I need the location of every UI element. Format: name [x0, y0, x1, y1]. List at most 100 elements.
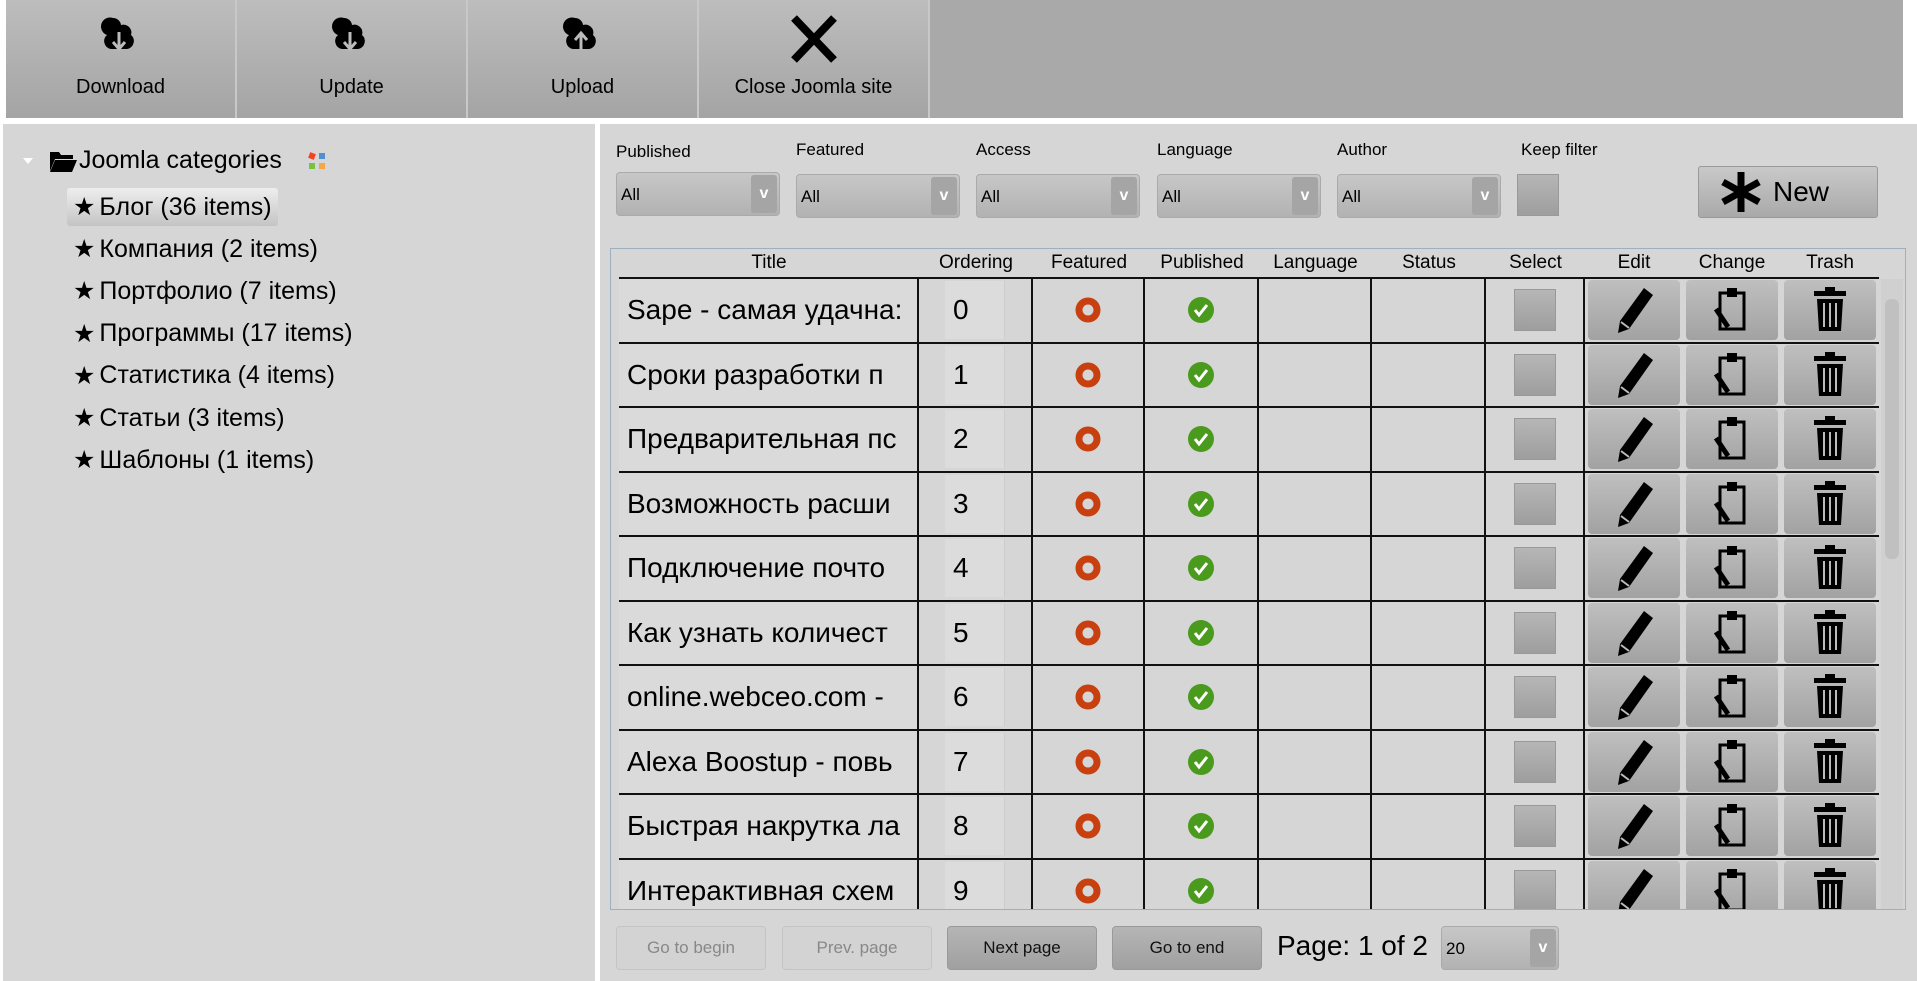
- title-cell[interactable]: Сроки разработки п: [619, 341, 919, 406]
- edit-button[interactable]: [1588, 344, 1680, 405]
- edit-button[interactable]: [1588, 538, 1680, 599]
- table-row[interactable]: Возможность расши 3: [611, 470, 1905, 535]
- table-row[interactable]: Sape - самая удачна: 0: [611, 277, 1905, 342]
- select-checkbox[interactable]: [1513, 418, 1556, 461]
- select-checkbox[interactable]: [1513, 676, 1556, 719]
- change-button[interactable]: [1686, 602, 1778, 663]
- title-cell[interactable]: Как узнать количест: [619, 599, 919, 664]
- featured-cell[interactable]: [1033, 535, 1145, 600]
- ordering-input[interactable]: 0: [945, 281, 1005, 340]
- trash-button[interactable]: [1784, 667, 1876, 728]
- next-page-button[interactable]: Next page: [947, 926, 1097, 970]
- upload-button[interactable]: Upload: [468, 0, 699, 118]
- ordering-input[interactable]: 5: [945, 603, 1005, 662]
- change-button[interactable]: [1686, 796, 1778, 857]
- published-cell[interactable]: [1145, 857, 1259, 909]
- featured-cell[interactable]: [1033, 277, 1145, 342]
- trash-button[interactable]: [1784, 538, 1876, 599]
- column-header-edit[interactable]: Edit: [1585, 249, 1683, 277]
- title-cell[interactable]: online.webceo.com -: [619, 664, 919, 729]
- title-cell[interactable]: Alexa Boostup - повь: [619, 728, 919, 793]
- select-checkbox[interactable]: [1513, 740, 1556, 783]
- edit-button[interactable]: [1588, 280, 1680, 341]
- change-button[interactable]: [1686, 538, 1778, 599]
- published-cell[interactable]: [1145, 599, 1259, 664]
- edit-button[interactable]: [1588, 602, 1680, 663]
- published-cell[interactable]: [1145, 728, 1259, 793]
- column-header-status[interactable]: Status: [1372, 249, 1486, 277]
- update-button[interactable]: Update: [237, 0, 468, 118]
- tree-item[interactable]: ★ Портфолио (7 items): [67, 272, 343, 310]
- published-cell[interactable]: [1145, 793, 1259, 858]
- table-row[interactable]: Подключение почто 4: [611, 535, 1905, 600]
- edit-button[interactable]: [1588, 731, 1680, 792]
- trash-button[interactable]: [1784, 344, 1876, 405]
- title-cell[interactable]: Предварительная пс: [619, 406, 919, 471]
- ordering-input[interactable]: 6: [945, 668, 1005, 727]
- table-row[interactable]: Alexa Boostup - повь 7: [611, 728, 1905, 793]
- featured-cell[interactable]: [1033, 341, 1145, 406]
- filter-featured-select[interactable]: All v: [796, 174, 960, 218]
- prev-page-button[interactable]: Prev. page: [782, 926, 932, 970]
- column-header-trash[interactable]: Trash: [1781, 249, 1879, 277]
- go-to-begin-button[interactable]: Go to begin: [616, 926, 766, 970]
- change-button[interactable]: [1686, 473, 1778, 534]
- tree-item[interactable]: ★ Блог (36 items): [67, 188, 278, 226]
- scrollbar-thumb[interactable]: [1885, 299, 1899, 559]
- ordering-input[interactable]: 9: [945, 861, 1005, 909]
- filter-access-select[interactable]: All v: [976, 174, 1140, 218]
- ordering-input[interactable]: 1: [945, 345, 1005, 404]
- published-cell[interactable]: [1145, 277, 1259, 342]
- change-button[interactable]: [1686, 860, 1778, 909]
- expand-triangle-icon[interactable]: [23, 157, 33, 164]
- ordering-input[interactable]: 2: [945, 410, 1005, 469]
- column-header-published[interactable]: Published: [1145, 249, 1259, 277]
- tree-root[interactable]: Joomla categories: [23, 146, 328, 175]
- column-header-select[interactable]: Select: [1486, 249, 1585, 277]
- column-header-change[interactable]: Change: [1683, 249, 1781, 277]
- select-checkbox[interactable]: [1513, 289, 1556, 332]
- edit-button[interactable]: [1588, 667, 1680, 728]
- new-button[interactable]: New: [1698, 166, 1878, 218]
- go-to-end-button[interactable]: Go to end: [1112, 926, 1262, 970]
- trash-button[interactable]: [1784, 731, 1876, 792]
- filter-published-select[interactable]: All v: [616, 172, 780, 216]
- filter-language-select[interactable]: All v: [1157, 174, 1321, 218]
- title-cell[interactable]: Возможность расши: [619, 470, 919, 535]
- table-row[interactable]: Сроки разработки п 1: [611, 341, 1905, 406]
- featured-cell[interactable]: [1033, 793, 1145, 858]
- table-row[interactable]: Быстрая накрутка ла 8: [611, 793, 1905, 858]
- filter-author-select[interactable]: All v: [1337, 174, 1501, 218]
- select-checkbox[interactable]: [1513, 547, 1556, 590]
- featured-cell[interactable]: [1033, 599, 1145, 664]
- ordering-input[interactable]: 8: [945, 797, 1005, 856]
- published-cell[interactable]: [1145, 406, 1259, 471]
- featured-cell[interactable]: [1033, 470, 1145, 535]
- tree-item[interactable]: ★ Компания (2 items): [67, 230, 324, 268]
- change-button[interactable]: [1686, 409, 1778, 470]
- title-cell[interactable]: Подключение почто: [619, 535, 919, 600]
- tree-item[interactable]: ★ Программы (17 items): [67, 315, 359, 353]
- trash-button[interactable]: [1784, 860, 1876, 909]
- edit-button[interactable]: [1588, 409, 1680, 470]
- change-button[interactable]: [1686, 731, 1778, 792]
- select-checkbox[interactable]: [1513, 353, 1556, 396]
- edit-button[interactable]: [1588, 473, 1680, 534]
- featured-cell[interactable]: [1033, 857, 1145, 909]
- change-button[interactable]: [1686, 344, 1778, 405]
- edit-button[interactable]: [1588, 796, 1680, 857]
- title-cell[interactable]: Быстрая накрутка ла: [619, 793, 919, 858]
- column-header-language[interactable]: Language: [1259, 249, 1372, 277]
- trash-button[interactable]: [1784, 796, 1876, 857]
- column-header-featured[interactable]: Featured: [1033, 249, 1145, 277]
- table-row[interactable]: Как узнать количест 5: [611, 599, 1905, 664]
- change-button[interactable]: [1686, 667, 1778, 728]
- ordering-input[interactable]: 4: [945, 539, 1005, 598]
- tree-item[interactable]: ★ Статьи (3 items): [67, 399, 291, 437]
- featured-cell[interactable]: [1033, 664, 1145, 729]
- tree-item[interactable]: ★ Шаблоны (1 items): [67, 441, 320, 479]
- trash-button[interactable]: [1784, 602, 1876, 663]
- column-header-ordering[interactable]: Ordering: [919, 249, 1033, 277]
- vertical-scrollbar[interactable]: [1881, 279, 1903, 909]
- published-cell[interactable]: [1145, 664, 1259, 729]
